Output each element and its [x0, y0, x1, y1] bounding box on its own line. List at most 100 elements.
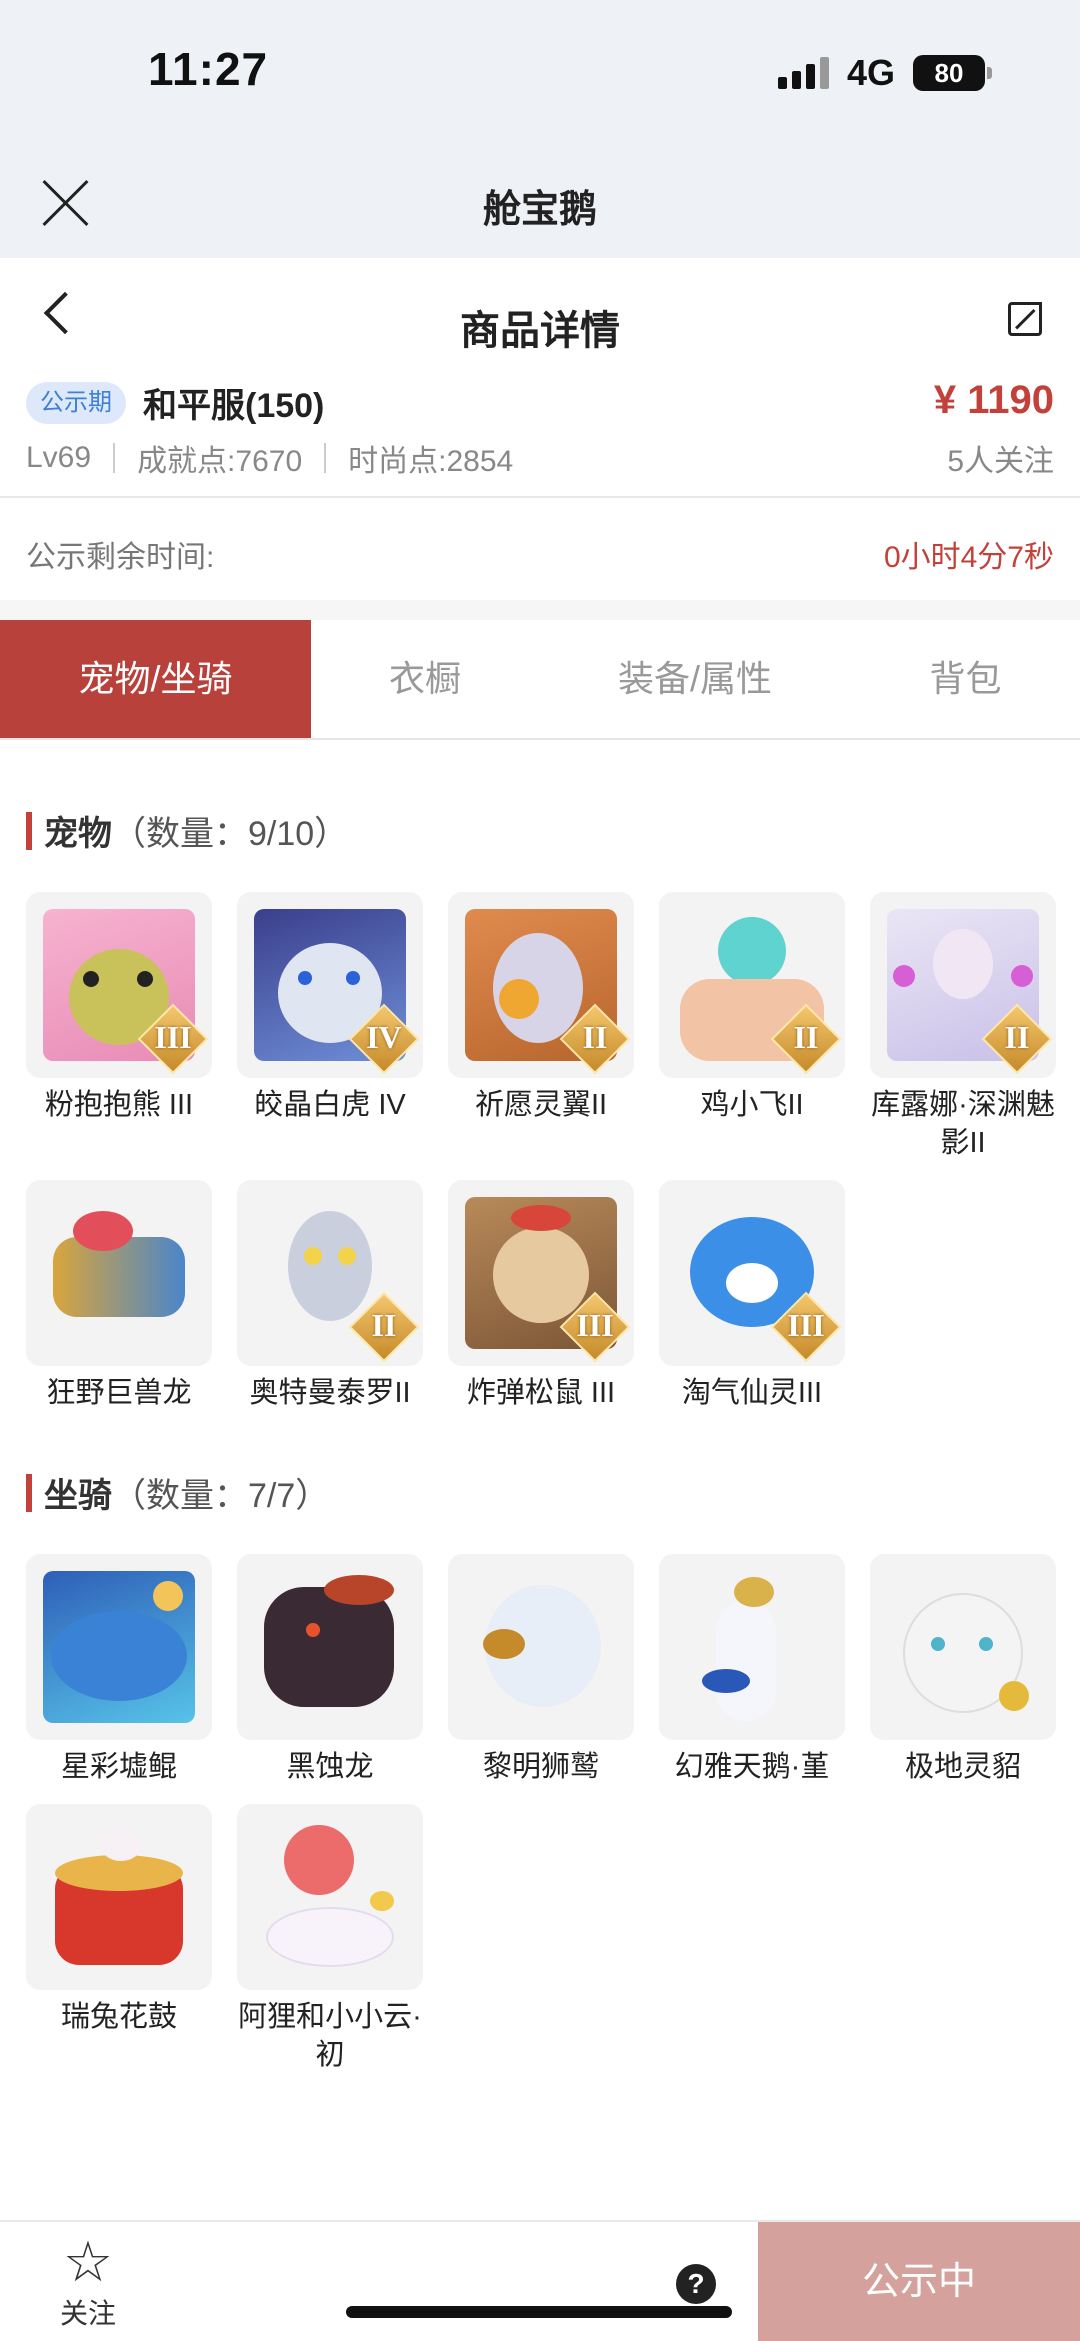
mount-name: 星彩墟鲲	[60, 1751, 177, 1783]
status-and-app-header: 11:27 4G 80 舱宝鹅	[0, 0, 1080, 258]
tier-label: III	[787, 1307, 825, 1343]
pet-item[interactable]: II 祈愿灵翼II	[448, 892, 634, 1162]
pet-thumbnail: III	[448, 1180, 634, 1366]
pet-name: 炸弹松鼠 III	[466, 1377, 616, 1409]
mount-name: 黑蚀龙	[286, 1751, 374, 1783]
mount-item[interactable]: 黑蚀龙	[237, 1554, 423, 1786]
tier-label: II	[1004, 1019, 1030, 1055]
product-info: 公示期 和平服(150) ¥ 1190 Lv69 成就点:7670 时尚点:28…	[0, 378, 1080, 498]
pets-count: （数量：9/10）	[112, 815, 349, 853]
mount-name: 黎明狮鹫	[482, 1751, 599, 1783]
pet-thumbnail: II	[448, 892, 634, 1078]
level: Lv69	[26, 441, 92, 474]
battery-icon: 80	[913, 55, 992, 91]
achievement-points: 成就点:7670	[137, 445, 303, 478]
server-name: 和平服(150)	[143, 387, 325, 425]
pet-item[interactable]: III 炸弹松鼠 III	[448, 1180, 634, 1412]
pet-name: 粉抱抱熊 III	[44, 1089, 194, 1121]
tier-label: III	[576, 1307, 614, 1343]
mount-item[interactable]: 星彩墟鲲	[26, 1554, 212, 1786]
tier-label: II	[371, 1307, 397, 1343]
status-badge: 公示期	[26, 382, 126, 424]
mount-thumbnail	[659, 1554, 845, 1740]
mount-item[interactable]: 阿狸和小小云·初	[237, 1804, 423, 2074]
navbar: 商品详情	[0, 258, 1080, 378]
followers-count: 5人关注	[947, 445, 1054, 478]
tab-pets-mounts[interactable]: 宠物/坐骑	[0, 620, 311, 738]
tab-equipment[interactable]: 装备/属性	[539, 620, 851, 738]
status-icons: 4G 80	[777, 52, 992, 94]
mount-name: 阿狸和小小云·初	[238, 2001, 422, 2071]
mount-thumbnail	[870, 1554, 1056, 1740]
pet-thumbnail: II	[870, 892, 1056, 1078]
mounts-count: （数量：7/7）	[112, 1477, 330, 1515]
home-indicator	[346, 2306, 732, 2318]
fashion-points: 时尚点:2854	[348, 445, 514, 478]
pet-thumbnail: III	[659, 1180, 845, 1366]
mount-thumbnail	[237, 1554, 423, 1740]
pet-name: 鸡小飞II	[700, 1089, 804, 1121]
pet-thumbnail: II	[659, 892, 845, 1078]
network-type: 4G	[846, 52, 895, 93]
mount-item[interactable]: 极地灵貂	[870, 1554, 1056, 1786]
pet-thumbnail: III	[26, 892, 212, 1078]
pet-item[interactable]: IV 皎晶白虎 IV	[237, 892, 423, 1162]
section-marker	[26, 811, 32, 850]
signal-icon	[777, 57, 829, 89]
pet-name: 皎晶白虎 IV	[254, 1089, 406, 1121]
divider	[324, 443, 327, 473]
mount-item[interactable]: 瑞兔花鼓	[26, 1804, 212, 2074]
tier-label: II	[793, 1019, 819, 1055]
mount-name: 极地灵貂	[904, 1751, 1021, 1783]
tab-bar: 宠物/坐骑 衣橱 装备/属性 背包	[0, 620, 1080, 740]
countdown-label: 公示剩余时间:	[26, 541, 215, 574]
section-marker	[26, 1473, 32, 1512]
pet-item[interactable]: 狂野巨兽龙	[26, 1180, 212, 1412]
pet-name: 库露娜·深渊魅影II	[871, 1089, 1055, 1159]
tier-label: II	[582, 1019, 608, 1055]
countdown-row: 公示剩余时间: 0小时4分7秒	[0, 500, 1080, 600]
tier-label: III	[154, 1019, 192, 1055]
countdown-value: 0小时4分7秒	[883, 541, 1054, 574]
mount-item[interactable]: 幻雅天鹅·堇	[659, 1554, 845, 1786]
divider	[113, 443, 116, 473]
pet-item[interactable]: II 鸡小飞II	[659, 892, 845, 1162]
pet-thumbnail	[26, 1180, 212, 1366]
follow-button[interactable]: ☆ 关注	[50, 2234, 126, 2332]
pet-name: 奥特曼泰罗II	[249, 1377, 411, 1409]
divider	[0, 600, 1080, 620]
pet-name: 狂野巨兽龙	[46, 1377, 192, 1409]
price: ¥ 1190	[933, 378, 1054, 422]
mount-name: 幻雅天鹅·堇	[674, 1751, 830, 1783]
pet-item[interactable]: II 奥特曼泰罗II	[237, 1180, 423, 1412]
pets-grid: III 粉抱抱熊 III IV 皎晶白虎 IV II 祈愿灵翼II II 鸡小飞…	[26, 892, 1066, 1412]
pet-item[interactable]: III 淘气仙灵III	[659, 1180, 845, 1412]
star-icon: ☆	[62, 2230, 114, 2293]
pet-item[interactable]: III 粉抱抱熊 III	[26, 892, 212, 1162]
page-title: 商品详情	[460, 309, 620, 353]
help-icon[interactable]: ?	[676, 2264, 716, 2304]
pets-section-header: 宠物 （数量：9/10）	[26, 806, 348, 855]
mount-thumbnail	[448, 1554, 634, 1740]
bottom-action-bar: ☆ 关注 ? 公示中	[0, 2220, 1080, 2341]
account-stats: Lv69 成就点:7670 时尚点:2854	[26, 436, 513, 480]
mount-thumbnail	[237, 1804, 423, 1990]
mounts-section-header: 坐骑 （数量：7/7）	[26, 1468, 329, 1517]
tab-bag[interactable]: 背包	[851, 620, 1080, 738]
pet-thumbnail: II	[237, 1180, 423, 1366]
app-title: 舱宝鹅	[482, 189, 597, 231]
pet-item[interactable]: II 库露娜·深渊魅影II	[870, 892, 1056, 1162]
mount-thumbnail	[26, 1554, 212, 1740]
pet-name: 祈愿灵翼II	[474, 1089, 608, 1121]
follow-label: 关注	[59, 2298, 116, 2329]
status-time: 11:27	[148, 43, 269, 95]
mounts-title: 坐骑	[44, 1477, 112, 1515]
pet-thumbnail: IV	[237, 892, 423, 1078]
mounts-grid: 星彩墟鲲 黑蚀龙 黎明狮鹫 幻雅天鹅·堇 极地灵貂 瑞兔花鼓 阿狸和小小云·初	[26, 1554, 1066, 2074]
mount-item[interactable]: 黎明狮鹫	[448, 1554, 634, 1786]
tier-label: IV	[366, 1019, 402, 1055]
pets-title: 宠物	[44, 815, 112, 853]
public-notice-button[interactable]: 公示中	[758, 2222, 1080, 2341]
tab-wardrobe[interactable]: 衣橱	[311, 620, 539, 738]
mount-name: 瑞兔花鼓	[60, 2001, 177, 2033]
